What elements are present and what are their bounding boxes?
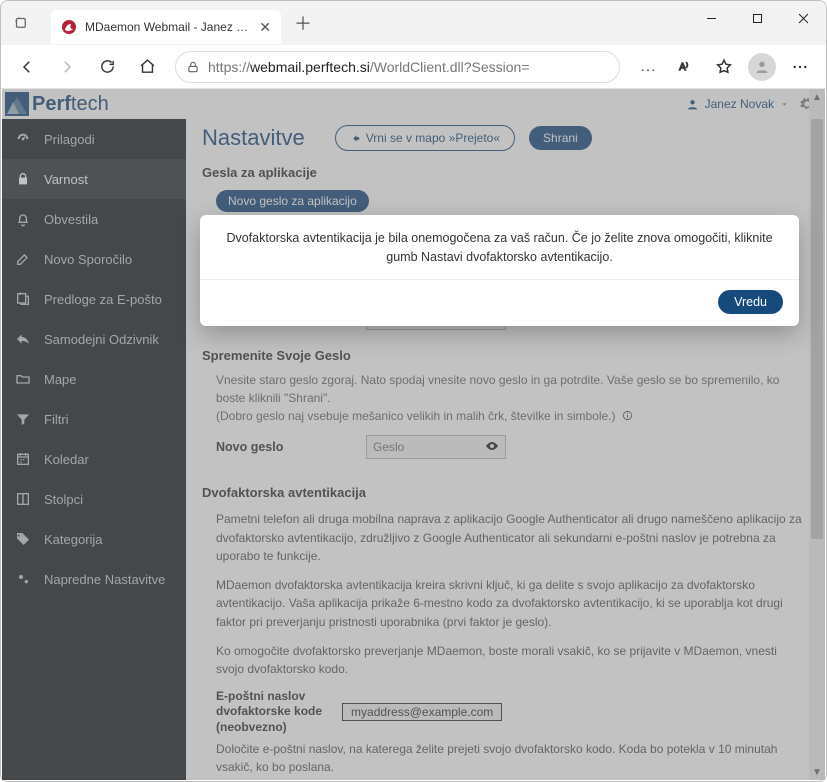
minimize-button[interactable] [688,3,734,33]
url-bar[interactable]: https://webmail.perftech.si/WorldClient.… [175,51,620,83]
tab-actions-icon [14,16,29,31]
url-scheme: https:// [208,59,250,75]
maximize-button[interactable] [734,3,780,33]
tab-title: MDaemon Webmail - Janez Nov… [85,20,253,34]
home-button[interactable] [129,51,165,83]
lock-icon [186,60,200,74]
window-controls [688,1,826,45]
forward-button[interactable] [49,51,85,83]
url-text: https://webmail.perftech.si/WorldClient.… [208,59,530,75]
new-tab-button[interactable]: ＋ [289,9,317,37]
url-overflow[interactable]: … [630,51,666,83]
twofa-disabled-modal: Dvofaktorska avtentikacija je bila onemo… [200,215,799,326]
back-button[interactable] [9,51,45,83]
url-path: /WorldClient.dll?Session= [370,59,530,75]
modal-separator [200,279,799,280]
read-aloud-button[interactable]: A⁾ [668,51,704,83]
titlebar: MDaemon Webmail - Janez Nov… ✕ ＋ [1,1,826,45]
avatar-icon [748,53,776,81]
refresh-button[interactable] [89,51,125,83]
modal-backdrop [2,89,825,780]
svg-text:A⁾: A⁾ [679,62,688,73]
favorites-button[interactable] [706,51,742,83]
close-button[interactable] [780,3,826,33]
modal-ok-button[interactable]: Vredu [718,290,783,314]
browser-tab[interactable]: MDaemon Webmail - Janez Nov… ✕ [51,10,281,44]
toolbar-right: … A⁾ [630,51,818,83]
favicon [61,19,77,35]
browser-window: MDaemon Webmail - Janez Nov… ✕ ＋ https:/… [0,0,827,782]
browser-toolbar: https://webmail.perftech.si/WorldClient.… [1,45,826,89]
url-host: webmail.perftech.si [250,59,370,75]
modal-message: Dvofaktorska avtentikacija je bila onemo… [216,229,783,267]
profile-button[interactable] [744,51,780,83]
viewport: Perftech Prilagodi Varnost Obvestila [2,89,825,780]
tab-close-icon[interactable]: ✕ [259,19,271,36]
tab-corner [1,1,41,45]
menu-button[interactable] [782,51,818,83]
tab-strip: MDaemon Webmail - Janez Nov… ✕ ＋ [41,1,688,45]
